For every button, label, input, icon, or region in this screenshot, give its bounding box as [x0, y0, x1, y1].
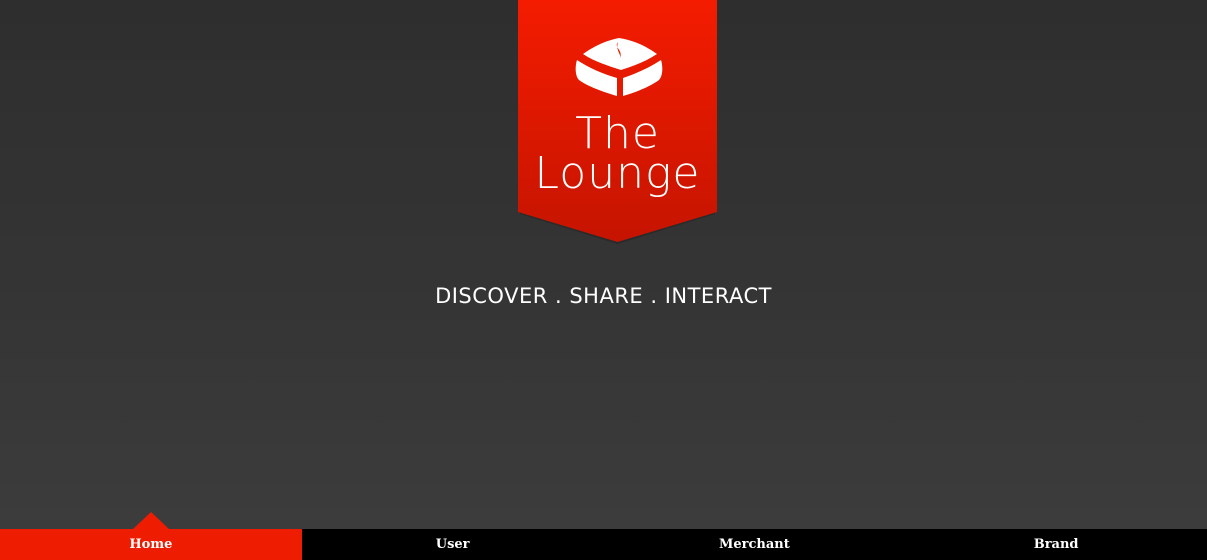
nav-item-label: User: [435, 537, 470, 552]
nav-item-home[interactable]: Home: [0, 512, 302, 560]
nav-item-merchant[interactable]: Merchant: [604, 529, 906, 560]
logo-text-lounge: Lounge: [534, 148, 701, 199]
nav-item-user[interactable]: User: [302, 529, 604, 560]
hero-tagline: DISCOVER . SHARE . INTERACT: [435, 284, 772, 308]
nav-item-brand[interactable]: Brand: [905, 529, 1207, 560]
box-logo-icon: [575, 38, 663, 96]
nav-item-label: Merchant: [718, 537, 790, 552]
page: The Lounge DISCOVER . SHARE . INTERACT H…: [0, 0, 1207, 560]
bottom-nav: Home User Merchant Brand: [0, 512, 1207, 560]
nav-item-label: Brand: [1033, 537, 1079, 552]
nav-item-label: Home: [129, 537, 173, 552]
active-pointer-icon: [132, 512, 169, 529]
logo-banner[interactable]: The Lounge: [518, 0, 717, 245]
